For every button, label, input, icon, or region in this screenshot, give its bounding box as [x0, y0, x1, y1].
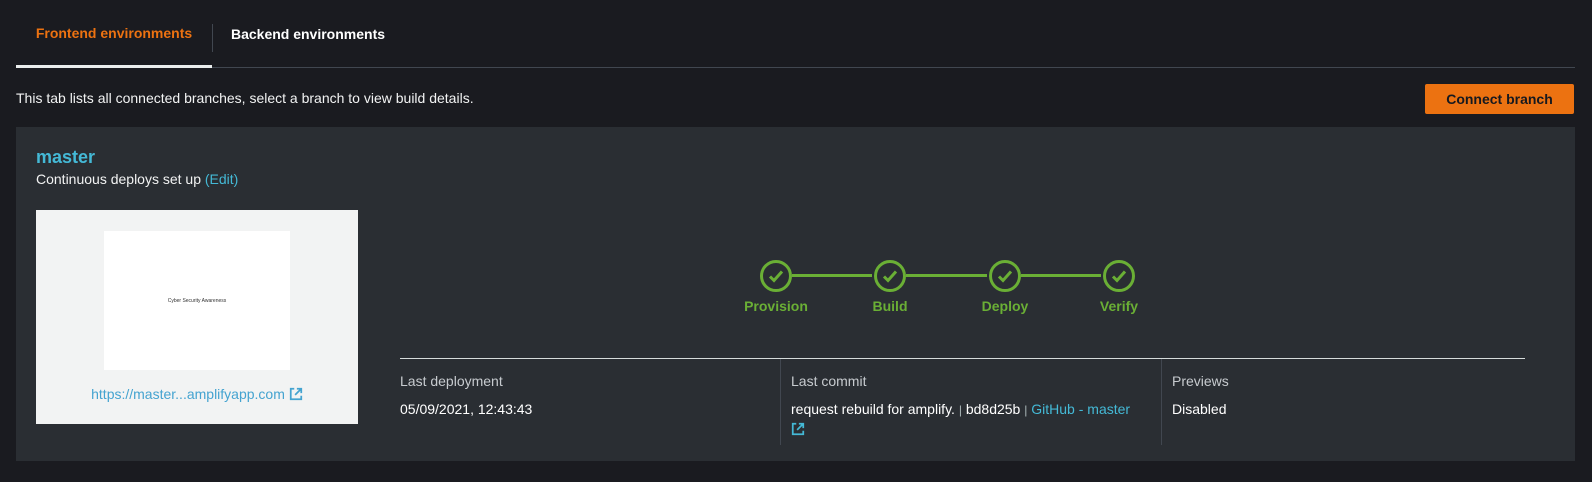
connect-branch-button[interactable]: Connect branch: [1425, 84, 1574, 114]
tab-backend-environments[interactable]: Backend environments: [213, 0, 403, 68]
tab-frontend-environments[interactable]: Frontend environments: [16, 0, 212, 68]
commit-hash: bd8d25b: [965, 401, 1021, 417]
tab-description: This tab lists all connected branches, s…: [16, 90, 474, 106]
branch-card[interactable]: master Continuous deploys set up (Edit) …: [16, 127, 1575, 461]
commit-message: request rebuild for amplify.: [791, 401, 955, 417]
check-circle-icon: [1103, 260, 1135, 292]
deployment-info: Last deployment 05/09/2021, 12:43:43 Las…: [400, 358, 1525, 445]
check-circle-icon: [760, 260, 792, 292]
external-link-icon[interactable]: [791, 422, 805, 439]
step-label: Provision: [744, 298, 808, 314]
pipeline-step-deploy: Deploy: [965, 260, 1045, 314]
previews-value: Disabled: [1172, 401, 1227, 417]
last-deployment-section: Last deployment 05/09/2021, 12:43:43: [400, 359, 781, 445]
step-label: Build: [872, 298, 908, 314]
last-commit-value: request rebuild for amplify. | bd8d25b |…: [791, 399, 1161, 442]
pipeline-step-build: Build: [850, 260, 930, 314]
step-label: Deploy: [981, 298, 1029, 314]
step-label: Verify: [1099, 298, 1139, 314]
last-deployment-value: 05/09/2021, 12:43:43: [400, 401, 533, 417]
last-deployment-label: Last deployment: [400, 373, 503, 389]
last-commit-section: Last commit request rebuild for amplify.…: [781, 359, 1162, 445]
last-commit-label: Last commit: [791, 373, 867, 389]
separator: |: [1024, 403, 1028, 417]
pipeline-step-provision: Provision: [736, 260, 816, 314]
previews-label: Previews: [1172, 373, 1229, 389]
check-circle-icon: [874, 260, 906, 292]
pipeline-step-verify: Verify: [1079, 260, 1159, 314]
previews-section: Previews Disabled: [1162, 359, 1525, 445]
separator: |: [958, 403, 962, 417]
environment-tabs: Frontend environments Backend environmen…: [16, 0, 1575, 68]
check-circle-icon: [989, 260, 1021, 292]
repo-branch-link[interactable]: GitHub - master: [1031, 401, 1130, 417]
